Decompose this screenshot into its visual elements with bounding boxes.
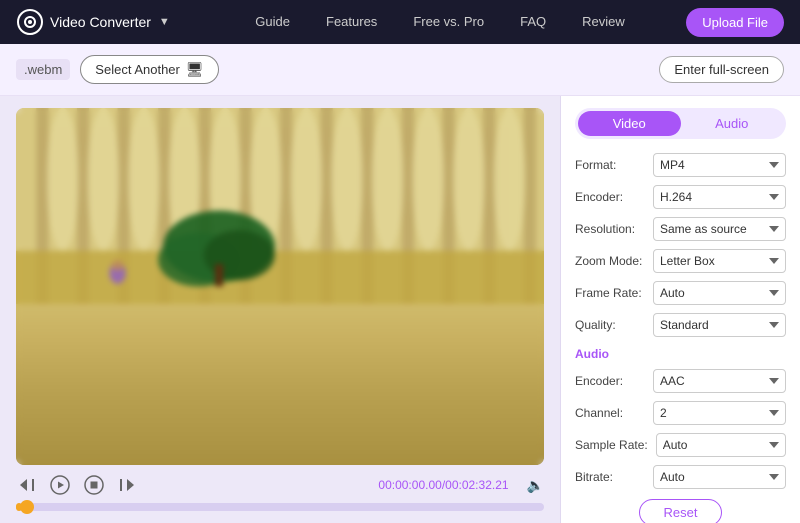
format-label: Format: <box>575 158 645 172</box>
monitor-icon: 🖥 <box>186 61 204 78</box>
video-preview <box>16 108 544 465</box>
toolbar-row: .webm Select Another 🖥 Enter full-screen <box>0 44 800 96</box>
samplerate-label: Sample Rate: <box>575 438 648 452</box>
blur-overlay <box>16 108 544 465</box>
nav-faq[interactable]: FAQ <box>502 0 564 44</box>
rewind-icon <box>18 476 36 494</box>
play-icon <box>50 475 70 495</box>
samplerate-select[interactable]: Auto <box>656 433 786 457</box>
app-logo[interactable]: Video Converter ▼ <box>16 8 170 36</box>
resolution-select[interactable]: Same as source <box>653 217 786 241</box>
app-title: Video Converter <box>50 14 151 30</box>
quality-label: Quality: <box>575 318 645 332</box>
zoom-row: Zoom Mode: Letter Box <box>575 249 786 273</box>
nav-guide[interactable]: Guide <box>237 0 308 44</box>
encoder-row: Encoder: H.264 <box>575 185 786 209</box>
tab-video[interactable]: Video <box>578 111 681 136</box>
framerate-label: Frame Rate: <box>575 286 645 300</box>
time-display: 00:00:00.00/00:02:32.21 <box>378 478 508 492</box>
video-scene <box>16 108 544 465</box>
encoder-label: Encoder: <box>575 190 645 204</box>
channel-label: Channel: <box>575 406 645 420</box>
stop-button[interactable] <box>82 473 106 497</box>
resolution-label: Resolution: <box>575 222 645 236</box>
audio-encoder-label: Encoder: <box>575 374 645 388</box>
reset-button[interactable]: Reset <box>639 499 723 523</box>
bitrate-row: Bitrate: Auto <box>575 465 786 489</box>
audio-section-label: Audio <box>575 347 786 361</box>
fullscreen-button[interactable]: Enter full-screen <box>659 56 784 83</box>
stop-icon <box>84 475 104 495</box>
framerate-select[interactable]: Auto <box>653 281 786 305</box>
volume-icon[interactable]: 🔈 <box>527 477 544 494</box>
encoder-select[interactable]: H.264 <box>653 185 786 209</box>
settings-tabs: Video Audio <box>575 108 786 139</box>
current-time: 00:00:00.00 <box>378 478 441 492</box>
framerate-row: Frame Rate: Auto <box>575 281 786 305</box>
toolbar-left: .webm Select Another 🖥 <box>16 55 219 84</box>
samplerate-row: Sample Rate: Auto <box>575 433 786 457</box>
total-time: 00:02:32.21 <box>445 478 508 492</box>
zoom-label: Zoom Mode: <box>575 254 645 268</box>
dropdown-arrow-icon[interactable]: ▼ <box>159 16 170 28</box>
resolution-row: Resolution: Same as source <box>575 217 786 241</box>
main-content: 00:00:00.00/00:02:32.21 🔈 Video Audio Fo… <box>0 96 800 523</box>
nav-features[interactable]: Features <box>308 0 395 44</box>
rewind-button[interactable] <box>16 474 38 496</box>
upload-file-button[interactable]: Upload File <box>686 8 784 37</box>
format-select[interactable]: MP4 <box>653 153 786 177</box>
nav-free-vs-pro[interactable]: Free vs. Pro <box>395 0 502 44</box>
skip-forward-icon <box>118 476 136 494</box>
zoom-select[interactable]: Letter Box <box>653 249 786 273</box>
bitrate-label: Bitrate: <box>575 470 645 484</box>
audio-encoder-row: Encoder: AAC <box>575 369 786 393</box>
format-row: Format: MP4 <box>575 153 786 177</box>
nav-links: Guide Features Free vs. Pro FAQ Review <box>194 0 686 44</box>
quality-row: Quality: Standard <box>575 313 786 337</box>
logo-icon <box>16 8 44 36</box>
channel-row: Channel: 2 <box>575 401 786 425</box>
audio-encoder-select[interactable]: AAC <box>653 369 786 393</box>
player-controls: 00:00:00.00/00:02:32.21 🔈 <box>16 473 544 497</box>
select-another-label: Select Another <box>95 62 180 77</box>
bitrate-select[interactable]: Auto <box>653 465 786 489</box>
skip-forward-button[interactable] <box>116 474 138 496</box>
progress-bar[interactable] <box>16 503 544 511</box>
play-button[interactable] <box>48 473 72 497</box>
top-nav: Video Converter ▼ Guide Features Free vs… <box>0 0 800 44</box>
select-another-button[interactable]: Select Another 🖥 <box>80 55 218 84</box>
nav-review[interactable]: Review <box>564 0 643 44</box>
tab-audio[interactable]: Audio <box>681 111 784 136</box>
quality-select[interactable]: Standard <box>653 313 786 337</box>
progress-thumb[interactable] <box>20 500 34 514</box>
file-name-label: .webm <box>16 59 70 80</box>
video-panel: 00:00:00.00/00:02:32.21 🔈 <box>0 96 560 523</box>
channel-select[interactable]: 2 <box>653 401 786 425</box>
settings-panel: Video Audio Format: MP4 Encoder: H.264 R… <box>560 96 800 523</box>
